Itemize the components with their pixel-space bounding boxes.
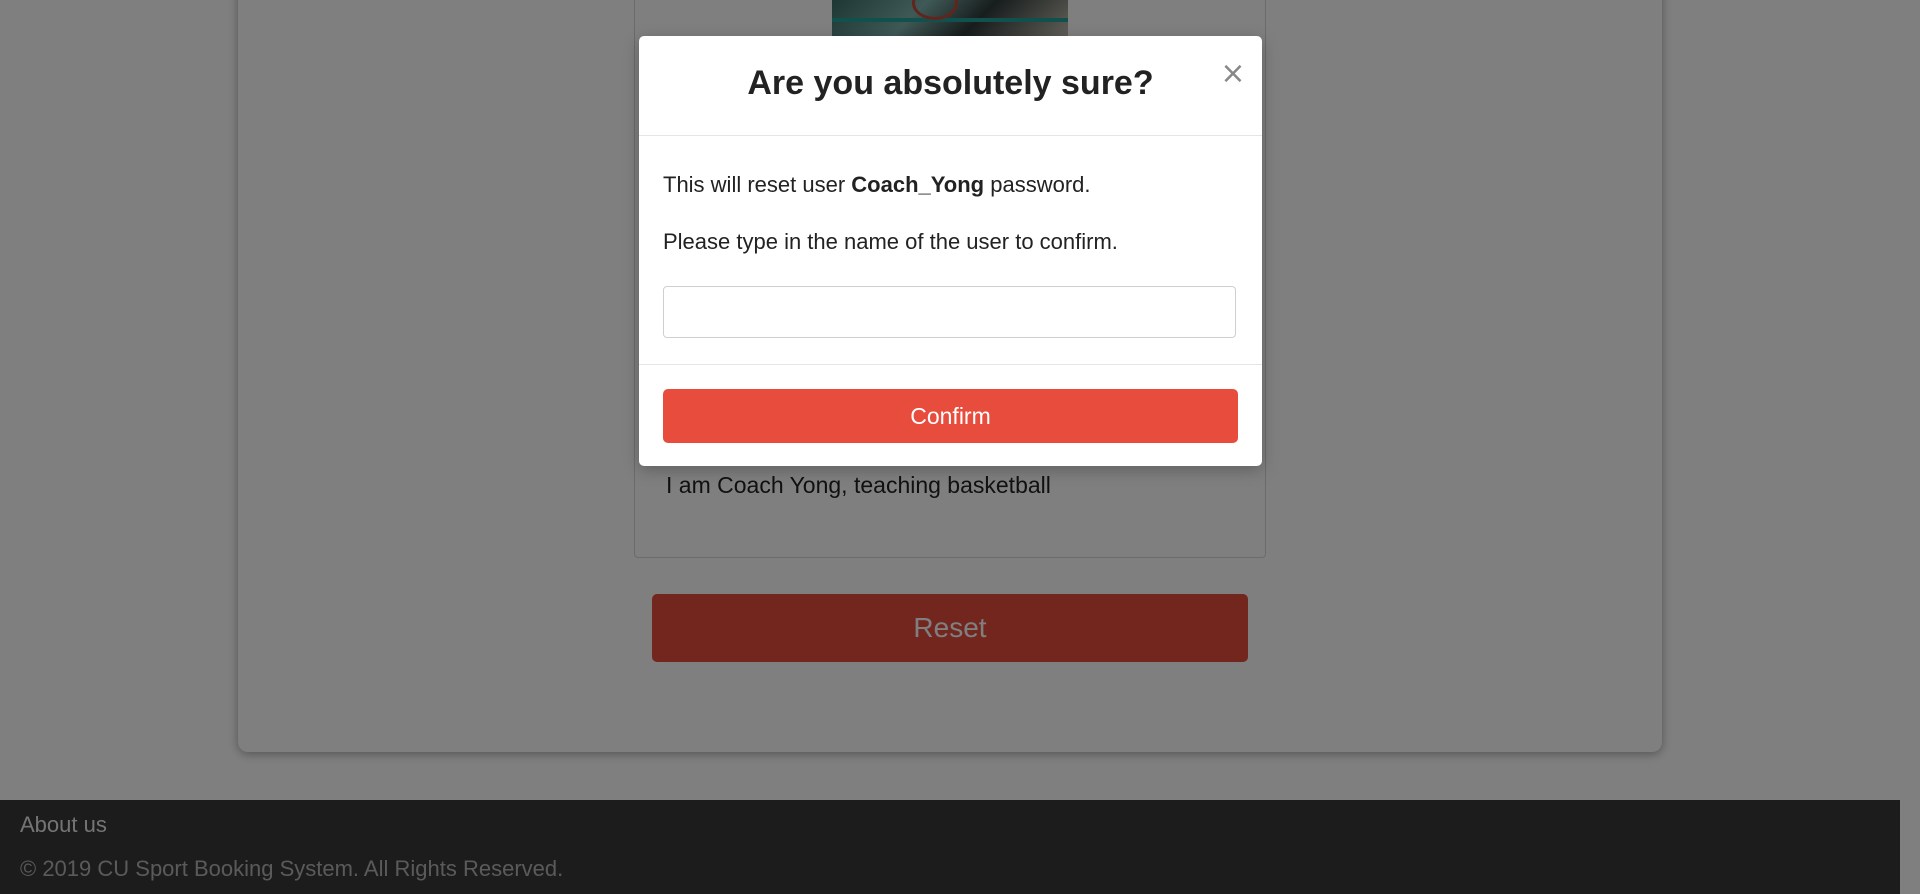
page: I am Coach Yong, teaching basketball Res… (0, 0, 1920, 894)
reset-warning-text: This will reset user Coach_Yong password… (663, 172, 1091, 198)
reset-password-modal: Are you absolutely sure? × This will res… (639, 36, 1262, 466)
username-confirm-input[interactable] (663, 286, 1236, 338)
target-username: Coach_Yong (851, 172, 985, 197)
confirm-button[interactable]: Confirm (663, 389, 1238, 443)
close-icon[interactable]: × (1217, 58, 1249, 90)
modal-title: Are you absolutely sure? (747, 64, 1154, 102)
confirm-instruction-text: Please type in the name of the user to c… (663, 229, 1118, 254)
warning-prefix: This will reset user (663, 172, 852, 197)
warning-suffix: password. (984, 172, 1091, 197)
modal-header: Are you absolutely sure? × (639, 36, 1262, 136)
